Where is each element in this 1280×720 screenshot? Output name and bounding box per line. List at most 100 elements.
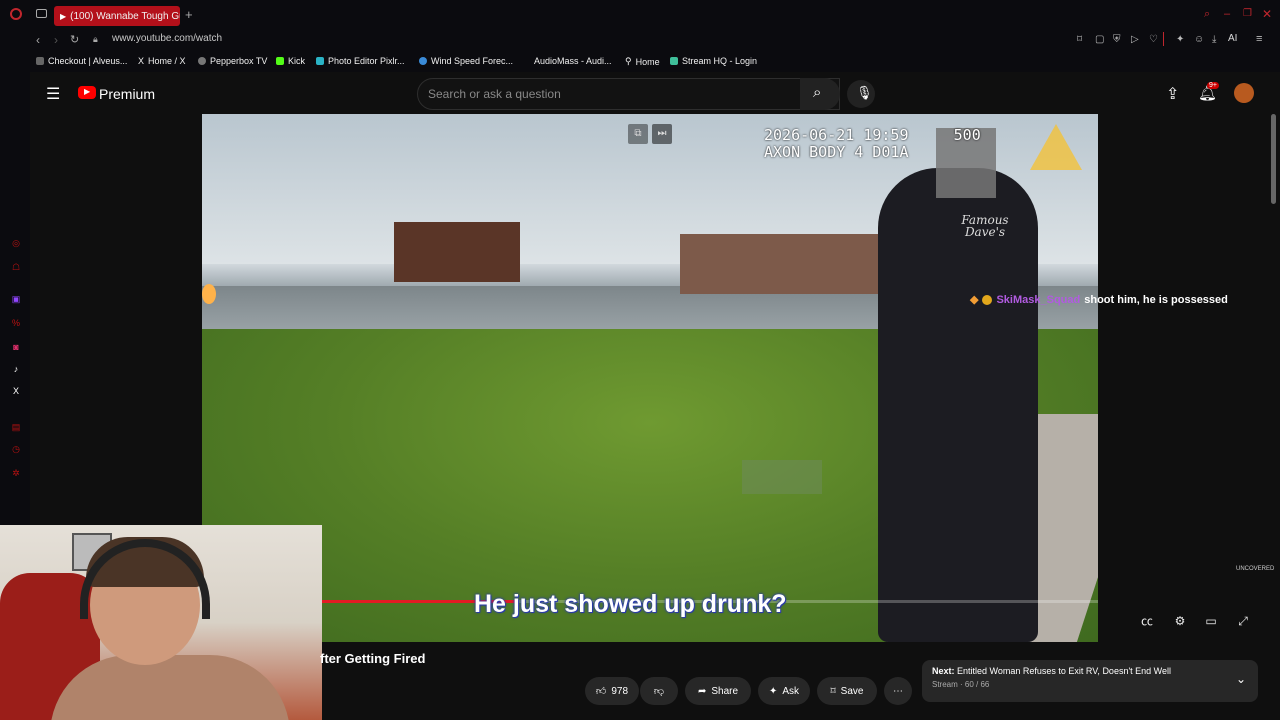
history-icon[interactable]: ◷ [11,444,21,454]
new-tab-icon[interactable]: + [185,7,193,22]
create-upload-icon[interactable]: ⇪ [1166,84,1179,104]
lock-icon: 🔒︎ [93,34,98,44]
ask-label: Ask [782,685,800,697]
search-button[interactable]: ⌕ [800,78,840,110]
bookmark-label: Home [635,56,660,67]
bookmark-icon: ⌑ [830,685,836,697]
shield-icon[interactable]: ⛨ [1113,34,1121,45]
bookmark-item[interactable]: X Home / X [138,56,186,66]
video-player[interactable]: Famous Dave's [202,114,1098,642]
page-scrollbar[interactable] [1271,114,1276,204]
opera-logo-icon[interactable] [10,8,22,20]
tab-active[interactable]: ▶ (100) Wannabe Tough Guy [54,6,180,26]
menu-icon[interactable]: ≡ [1256,33,1262,45]
thumbs-up-icon: 👍︎ [595,686,607,697]
chat-text: shoot him, he is possessed [1084,293,1228,306]
kick-icon [276,57,284,65]
tiktok-icon[interactable]: ♪ [11,364,21,374]
minimize-icon[interactable]: – [1224,8,1230,20]
tab-menu-icon[interactable] [36,9,47,18]
video-light [202,284,216,304]
search-tabs-icon[interactable]: ⌕ [1204,8,1210,21]
shirt-text: Famous Dave's [961,213,1009,239]
messenger-icon[interactable]: ☖ [11,262,21,272]
search-input[interactable]: Search or ask a question [417,78,840,110]
save-button[interactable]: ⌑ Save [817,677,877,705]
like-button[interactable]: 👍︎ 978 [585,677,639,705]
forward-icon[interactable]: › [54,33,58,47]
video-person [878,168,1038,642]
dislike-button[interactable]: 👎︎ [640,677,678,705]
url-field[interactable]: www.youtube.com/watch [112,33,222,44]
back-icon[interactable]: ‹ [36,33,40,47]
snapshot-icon[interactable]: ▢ [1095,34,1104,45]
settings-gear-icon[interactable]: ⚙ [1171,613,1189,629]
chat-badge-icon [982,294,993,305]
chevron-down-icon[interactable]: ⌄ [1236,672,1246,686]
share-label: Share [711,685,739,697]
share-button[interactable]: ➦ Share [685,677,751,705]
settings-icon[interactable]: ✲ [11,468,21,478]
bookmark-label: Kick [288,56,306,66]
axon-logo-icon [1030,124,1082,170]
patreon-icon[interactable]: % [11,318,21,328]
next-video-card[interactable]: Next: Entitled Woman Refuses to Exit RV,… [922,660,1258,702]
bookmark-item[interactable]: Wind Speed Forec... [419,56,513,66]
x-icon: X [138,56,145,66]
bookmark-favicon-icon [316,57,324,65]
profile-icon[interactable]: ☺ [1194,34,1204,45]
bookmark-item[interactable]: ⚲ Home [625,56,660,67]
pin-icon: ⚲ [625,56,632,66]
video-building [394,222,520,282]
instagram-icon[interactable]: ◙ [11,342,21,352]
more-actions-button[interactable]: ⋯ [884,677,912,705]
bookmark-favicon-icon [670,57,678,65]
x-icon[interactable]: X [11,386,21,396]
miniplayer-icon[interactable]: ⧉ [628,124,648,144]
bodycam-timestamp: 2026-06-21 19:59 500 AXON BODY 4 D01A [764,126,981,161]
bookmark-label: Wind Speed Forec... [431,56,514,66]
heart-icon[interactable]: ♡ [1149,34,1158,45]
fullscreen-icon[interactable]: ⤢ [1234,613,1252,629]
youtube-favicon-icon: ▶ [60,11,67,21]
reload-icon[interactable]: ↻ [70,33,79,46]
search-icon: ⌕ [813,84,822,101]
next-subtitle: Stream · 60 / 66 [932,680,990,689]
close-icon[interactable]: ✕ [1262,7,1272,21]
video-caption: He just showed up drunk? [474,590,787,618]
chat-username: SkiMask_Squad [996,293,1081,306]
bookmark-item[interactable]: Stream HQ - Login [670,56,757,66]
divider [1163,32,1164,46]
notification-badge: 9+ [1207,82,1219,89]
share-icon: ➦ [697,685,707,697]
bookmark-item[interactable]: Photo Editor Pixlr... [316,56,405,66]
skip-icon[interactable]: ⏭ [652,124,672,144]
bookmark-item[interactable]: Pepperbox TV [198,56,267,66]
mic-icon: 🎙︎ [856,85,873,100]
bookmark-label: Photo Editor Pixlr... [328,56,405,66]
download-icon[interactable]: ⤓ [1212,34,1216,45]
bookmark-label: Stream HQ - Login [682,56,758,66]
aria-ai-button[interactable]: AI [1228,33,1237,44]
ask-button[interactable]: ✦ Ask [758,677,810,705]
bookmark-icon[interactable]: ⌑ [1077,34,1082,45]
save-label: Save [840,685,864,697]
voice-search-button[interactable]: 🎙︎ [847,80,875,108]
hamburger-menu-icon[interactable]: ☰ [46,84,60,104]
bookmark-item[interactable]: AudioMass - Audi... [534,56,612,66]
flow-icon[interactable]: ▤ [11,422,21,432]
like-count: 978 [611,685,629,697]
next-title: Entitled Woman Refuses to Exit RV, Doesn… [957,666,1172,676]
theater-mode-icon[interactable]: ▭ [1202,613,1220,629]
extensions-icon[interactable]: ✦ [1176,34,1184,45]
premium-logo-text[interactable]: Premium [99,86,155,102]
bookmark-label: Pepperbox TV [210,56,268,66]
maximize-icon[interactable]: ❐ [1243,8,1252,19]
twitch-icon[interactable]: ▣ [11,294,21,304]
play-icon[interactable]: ▷ [1131,34,1139,45]
bookmark-item[interactable]: Kick [276,56,305,66]
aria-icon[interactable]: ◎ [11,238,21,248]
captions-icon[interactable]: ㏄ [1138,613,1156,629]
bookmark-item[interactable]: Checkout | Alveus... [36,56,127,66]
avatar[interactable] [1234,83,1254,103]
